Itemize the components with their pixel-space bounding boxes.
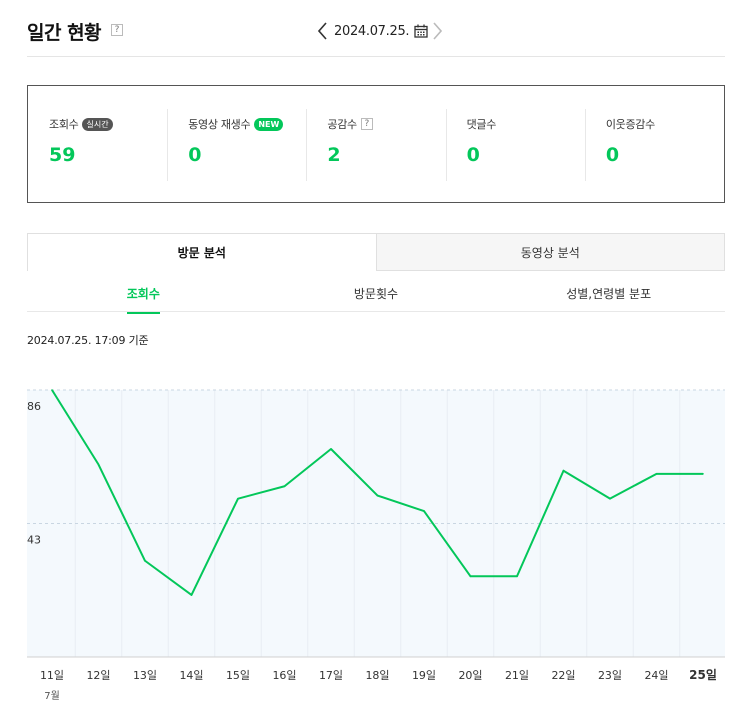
data-point (655, 473, 658, 475)
stat-neighbors: 이웃증감수 0 (584, 86, 724, 202)
stat-value: 0 (605, 144, 620, 166)
x-tick-label: 23일 (598, 668, 622, 682)
stat-value: 2 (327, 144, 341, 166)
stat-value: 0 (466, 144, 480, 166)
stat-likes: 공감수 ? 2 (306, 86, 445, 202)
page-title: 일간 현황 (27, 22, 102, 44)
data-point (702, 473, 704, 475)
tab-views[interactable]: 조회수 (27, 279, 260, 314)
tab-visit-analysis[interactable]: 방문 분석 (27, 233, 377, 271)
data-point (51, 389, 53, 391)
x-tick-label: 22일 (551, 668, 575, 682)
tab-video-analysis[interactable]: 동영상 분석 (376, 233, 725, 271)
data-point (283, 485, 286, 488)
next-date-button[interactable] (428, 18, 446, 44)
line-chart: 86 43 11일 12일 13일 14일 15일 16일 17일 18일 19일 20일 21일 22일… (27, 389, 725, 702)
views-chart: 86 43 11일 12일 13일 14일 15일 16일 17일 18일 19일 20일 21일 22일… (0, 372, 743, 714)
x-tick-label: 25일 (689, 668, 717, 682)
stat-label: 동영상 재생수 (188, 118, 251, 131)
data-point (190, 594, 193, 596)
x-tick-label: 16일 (272, 668, 296, 682)
x-tick-label: 24일 (644, 668, 668, 682)
metric-tabs: 조회수 방문횟수 성별,연령별 분포 (27, 279, 725, 314)
x-tick-label: 11일 (40, 668, 64, 682)
tab-visit-count[interactable]: 방문횟수 (260, 279, 493, 311)
x-tick-label: 15일 (226, 668, 250, 682)
data-point (144, 559, 146, 562)
stat-label: 조회수 (49, 118, 79, 131)
new-badge: NEW (254, 117, 284, 131)
date-navigator: 2024.07.25. (314, 18, 446, 44)
data-point (237, 497, 239, 500)
chevron-left-icon (318, 22, 327, 40)
page-header: 일간 현황 ? 2024.07.25. (27, 0, 725, 57)
stat-label: 공감수 (327, 118, 357, 131)
data-point (423, 510, 425, 512)
help-icon[interactable]: ? (111, 24, 123, 36)
x-tick-label: 13일 (133, 668, 157, 682)
chevron-right-icon (433, 22, 443, 40)
data-point (562, 469, 565, 472)
current-date: 2024.07.25. (334, 23, 410, 39)
data-point (97, 463, 100, 466)
tab-label: 성별,연령별 분포 (566, 287, 652, 301)
stats-summary: 조회수 실시간 59 동영상 재생수 NEW 0 공감수 ? 2 댓글수 0 이… (27, 85, 725, 203)
x-tick-label: 18일 (365, 668, 389, 682)
tab-gender-age[interactable]: 성별,연령별 분포 (492, 279, 725, 311)
data-point (516, 575, 518, 578)
month-label: 7월 (44, 690, 60, 702)
data-point (469, 575, 472, 578)
stat-views: 조회수 실시간 59 (28, 86, 167, 202)
tab-label: 조회수 (126, 285, 160, 314)
calendar-icon[interactable] (414, 24, 428, 38)
x-tick-label: 14일 (179, 668, 203, 682)
realtime-badge: 실시간 (82, 117, 113, 131)
help-icon[interactable]: ? (360, 118, 373, 130)
data-timestamp: 2024.07.25. 17:09 기준 (27, 334, 149, 347)
prev-date-button[interactable] (314, 18, 332, 44)
tab-label: 방문횟수 (353, 287, 399, 301)
x-tick-label: 21일 (505, 668, 529, 682)
y-tick-label: 86 (27, 400, 41, 413)
stat-value: 0 (188, 144, 202, 166)
y-tick-label: 43 (27, 534, 41, 547)
x-tick-label: 12일 (86, 668, 110, 682)
stat-video-plays: 동영상 재생수 NEW 0 (167, 86, 306, 202)
x-tick-label: 20일 (458, 668, 482, 682)
data-point (609, 497, 611, 500)
stat-value: 59 (49, 144, 76, 166)
data-point (376, 494, 379, 497)
stat-label: 이웃증감수 (605, 118, 655, 131)
x-tick-label: 17일 (319, 668, 343, 682)
x-tick-label: 19일 (412, 668, 436, 682)
stat-comments: 댓글수 0 (445, 86, 585, 202)
data-point (330, 448, 332, 450)
stat-label: 댓글수 (466, 118, 497, 131)
analysis-tabs: 방문 분석 동영상 분석 (27, 233, 725, 271)
